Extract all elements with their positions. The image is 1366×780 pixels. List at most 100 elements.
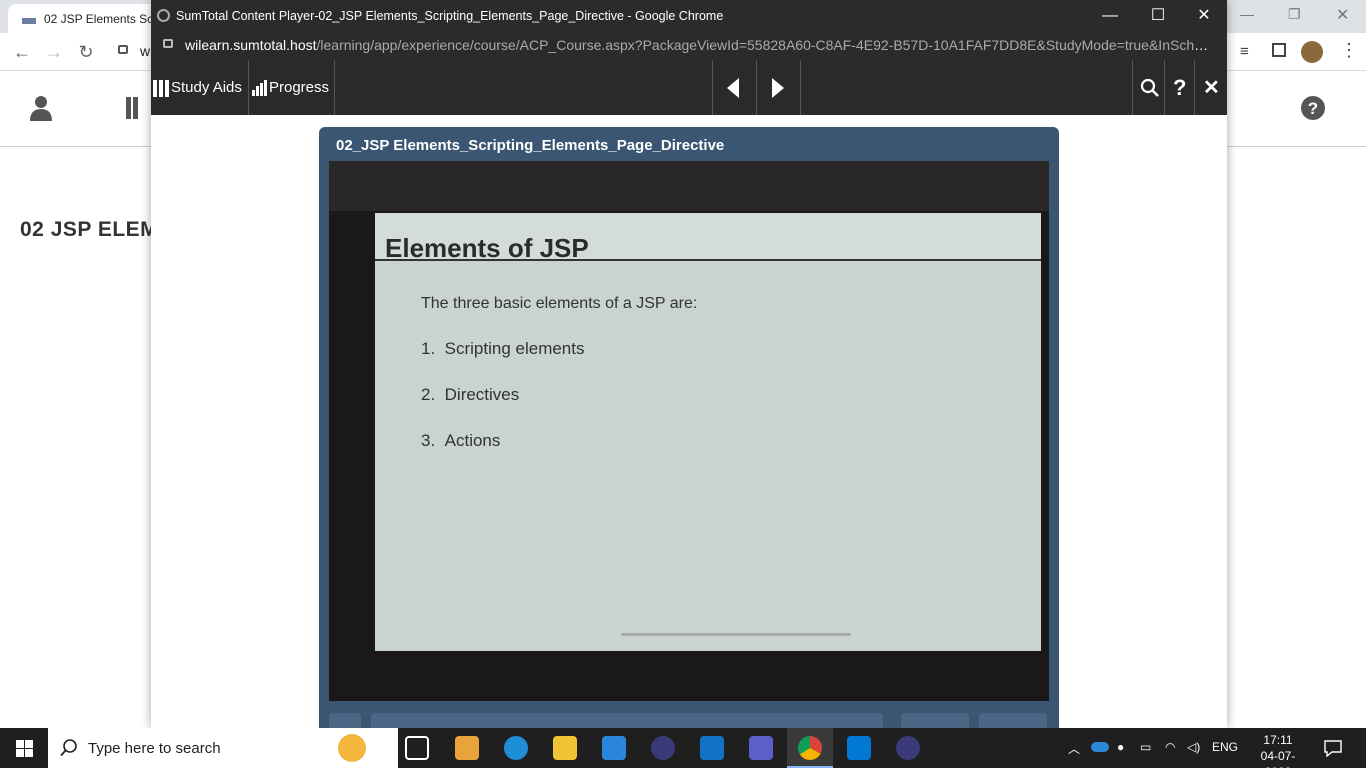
toolbar-divider xyxy=(712,60,713,115)
study-aids-label: Study Aids xyxy=(171,79,242,96)
wifi-icon[interactable]: ◠ xyxy=(1165,740,1175,754)
popup-window-title: SumTotal Content Player-02_JSP Elements_… xyxy=(176,9,724,23)
popup-address-bar[interactable]: wilearn.sumtotal.host/learning/app/exper… xyxy=(151,32,1227,60)
onedrive-icon[interactable] xyxy=(1091,742,1109,752)
background-tab-title: 02 JSP Elements Scri xyxy=(44,12,158,26)
volume-button[interactable] xyxy=(329,713,361,728)
search-highlight-icon xyxy=(338,734,366,762)
svg-text:?: ? xyxy=(1308,99,1318,118)
clock-time: 17:11 xyxy=(1263,733,1293,747)
next-button[interactable] xyxy=(979,713,1047,728)
forward-arrow-icon[interactable]: → xyxy=(42,40,66,64)
windows-start-icon[interactable] xyxy=(16,740,33,757)
battery-icon[interactable]: ▭ xyxy=(1140,740,1151,754)
slide-item-number: 2. xyxy=(421,385,436,404)
mail-icon[interactable] xyxy=(602,736,626,760)
search-icon xyxy=(1140,78,1159,97)
file-explorer-icon[interactable] xyxy=(553,736,577,760)
back-arrow-icon[interactable]: ← xyxy=(10,40,34,64)
slide-item-text: Directives xyxy=(444,385,520,404)
presentation-slide: Elements of JSP The three basic elements… xyxy=(375,213,1041,651)
slide-heading: Elements of JSP xyxy=(385,233,589,263)
toolbar-divider xyxy=(248,60,249,115)
lock-icon xyxy=(163,39,173,48)
chevron-left-icon xyxy=(727,77,739,98)
help-icon[interactable]: ? xyxy=(1173,60,1186,115)
eclipse-icon[interactable] xyxy=(896,736,920,760)
minimize-icon[interactable]: — xyxy=(1240,6,1254,22)
lock-icon xyxy=(118,45,128,54)
vscode-icon[interactable] xyxy=(847,736,871,760)
slide-header: Elements of JSP xyxy=(375,213,1041,263)
video-top-shadow xyxy=(329,161,1049,211)
previous-page-button[interactable] xyxy=(727,60,739,115)
microphone-icon[interactable]: ● xyxy=(1117,740,1124,754)
side-panel-icon[interactable] xyxy=(1272,43,1286,57)
toolbar-divider xyxy=(800,60,801,115)
help-icon[interactable]: ? xyxy=(1300,95,1326,121)
clock[interactable]: 17:11 04-07-2022 xyxy=(1248,732,1308,780)
background-page-title: 02 JSP ELEM xyxy=(20,218,159,241)
slide-item-text: Actions xyxy=(444,431,501,450)
restore-icon[interactable]: ❐ xyxy=(1288,6,1301,23)
url-path: /learning/app/experience/course/ACP_Cour… xyxy=(316,37,1215,53)
user-icon[interactable] xyxy=(30,95,52,121)
outlook-icon[interactable] xyxy=(700,736,724,760)
search-placeholder: Type here to search xyxy=(88,740,221,757)
slide-item-text: Scripting elements xyxy=(444,339,585,358)
reload-icon[interactable]: ↻ xyxy=(74,40,98,64)
minimize-icon[interactable]: — xyxy=(1087,4,1133,28)
player-controls xyxy=(329,713,1049,728)
slide-intro: The three basic elements of a JSP are: xyxy=(421,295,698,312)
background-tab[interactable]: 02 JSP Elements Scri xyxy=(8,4,158,33)
close-player-icon[interactable]: ✕ xyxy=(1203,60,1220,115)
toolbar-divider xyxy=(1132,60,1133,115)
close-icon[interactable]: ✕ xyxy=(1336,5,1349,25)
edge-icon[interactable] xyxy=(504,736,528,760)
language-indicator[interactable]: ENG xyxy=(1212,740,1238,754)
search-button[interactable] xyxy=(1140,60,1159,115)
progress-button[interactable]: Progress xyxy=(252,60,329,115)
notification-icon[interactable] xyxy=(1324,740,1342,757)
chrome-icon xyxy=(798,736,822,760)
prev-button[interactable] xyxy=(901,713,969,728)
slide-list-item: 1. Scripting elements xyxy=(421,339,584,359)
next-page-button[interactable] xyxy=(772,60,784,115)
toolbar-divider xyxy=(1164,60,1165,115)
clock-date: 04-07-2022 xyxy=(1260,749,1296,779)
close-icon[interactable]: ✕ xyxy=(1181,4,1227,28)
chevron-up-icon[interactable]: ︿ xyxy=(1068,740,1080,757)
progress-bars-icon xyxy=(252,79,267,96)
menu-dots-icon[interactable]: ⋮ xyxy=(1340,40,1358,61)
popup-titlebar: SumTotal Content Player-02_JSP Elements_… xyxy=(151,0,1227,32)
sumtotal-favicon-icon xyxy=(22,18,36,24)
slide-list-item: 3. Actions xyxy=(421,431,500,451)
reading-list-icon[interactable]: ≡ xyxy=(1240,43,1249,60)
slide-footer-line xyxy=(621,633,851,636)
content-panel: 02_JSP Elements_Scripting_Elements_Page_… xyxy=(319,127,1059,728)
background-window-controls: — ❐ ✕ xyxy=(1226,0,1366,33)
slide-item-number: 1. xyxy=(421,339,436,358)
windows-taskbar: Type here to search ︿ ● ▭ ◠ ◁) ENG 17:11… xyxy=(0,728,1366,779)
toolbar-divider xyxy=(756,60,757,115)
maximize-icon[interactable]: ☐ xyxy=(1135,4,1181,28)
study-aids-icon xyxy=(153,79,169,97)
video-player[interactable]: Elements of JSP The three basic elements… xyxy=(329,161,1049,701)
profile-avatar[interactable] xyxy=(1301,41,1323,63)
seek-bar[interactable] xyxy=(371,713,883,728)
microsoft-store-icon[interactable] xyxy=(455,736,479,760)
search-icon xyxy=(60,739,77,757)
slide-list-item: 2. Directives xyxy=(421,385,519,405)
study-aids-button[interactable]: Study Aids xyxy=(153,60,242,115)
url-host: wilearn.sumtotal.host xyxy=(185,37,317,53)
player-toolbar: Study Aids Progress ? ✕ xyxy=(151,60,1227,115)
task-view-icon[interactable] xyxy=(405,736,429,760)
library-icon[interactable] xyxy=(124,97,144,119)
chrome-taskbar-active[interactable] xyxy=(787,728,833,768)
speaker-icon[interactable]: ◁) xyxy=(1187,740,1200,754)
eclipse-icon[interactable] xyxy=(651,736,675,760)
content-player-window: SumTotal Content Player-02_JSP Elements_… xyxy=(151,0,1227,728)
background-url[interactable]: w xyxy=(140,43,150,59)
taskbar-search[interactable]: Type here to search xyxy=(48,728,398,768)
teams-icon[interactable] xyxy=(749,736,773,760)
